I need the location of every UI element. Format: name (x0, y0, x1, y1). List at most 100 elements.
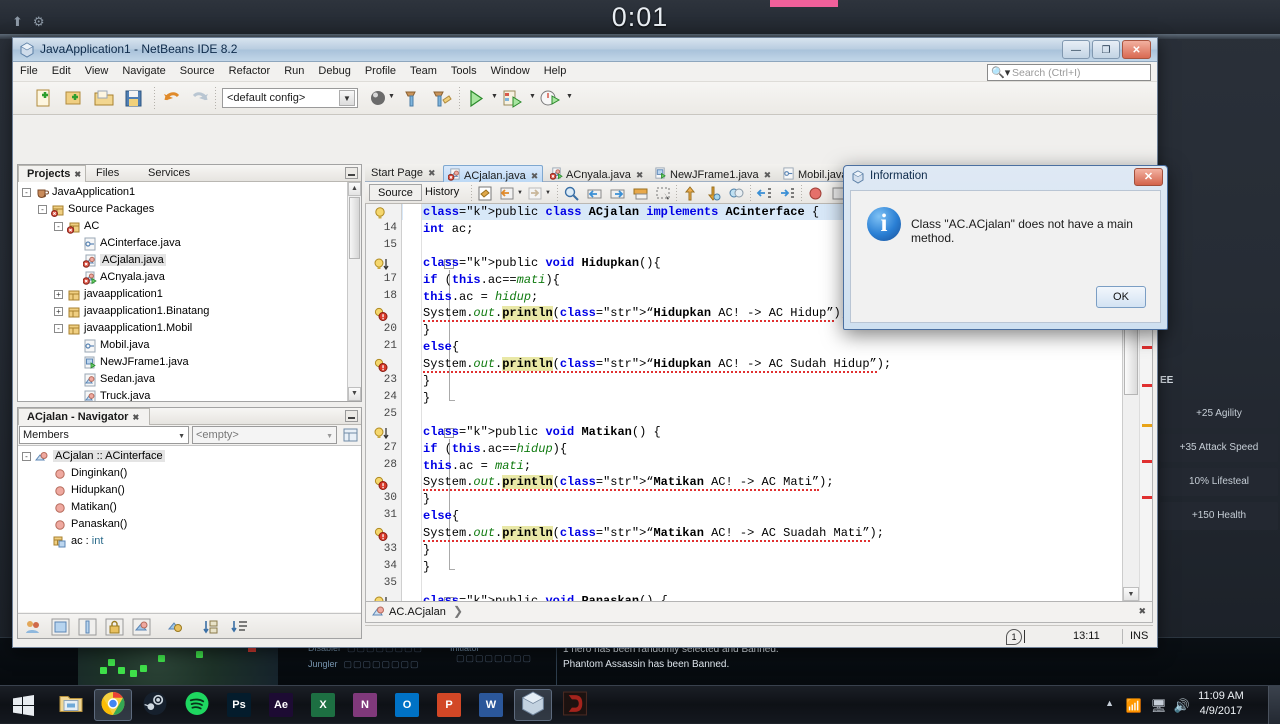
menu-file[interactable]: File (13, 62, 45, 79)
tab-source[interactable]: Source (369, 184, 422, 201)
navigator-filter-combo[interactable]: <empty> ▼ (192, 426, 337, 444)
editor-tab[interactable]: NewJFrame1.java ✖ (650, 165, 775, 182)
new-file-icon[interactable] (33, 88, 55, 109)
error-annotation-mark[interactable] (1142, 460, 1152, 463)
open-project-icon[interactable] (93, 88, 115, 109)
game-item-2[interactable]: 10% Lifesteal (1160, 468, 1278, 496)
show-hidden-icons-icon[interactable]: ▲ (1105, 698, 1114, 708)
run-project-icon[interactable] (465, 88, 487, 109)
code-fold-gutter[interactable]: − − − (403, 204, 455, 601)
show-protected-icon[interactable] (105, 618, 124, 636)
show-desktop-button[interactable] (1268, 686, 1280, 724)
display-icon[interactable]: 🖥 (1150, 698, 1167, 714)
navigator-item[interactable]: Hidupkan() (18, 482, 361, 499)
game-item-3[interactable]: +150 Health (1160, 502, 1278, 530)
tree-toggle-icon[interactable]: - (38, 205, 47, 214)
profile-project-icon[interactable] (539, 88, 561, 109)
menu-view[interactable]: View (78, 62, 116, 79)
editor-tab[interactable]: ACnyala.java ✖ (546, 165, 647, 182)
windows-start-icon[interactable] (4, 688, 44, 722)
back-icon[interactable] (498, 185, 515, 202)
tree-toggle-icon[interactable]: - (54, 324, 63, 333)
tree-item[interactable]: NewJFrame1.java (18, 354, 347, 371)
tab-services[interactable]: Services (140, 165, 198, 182)
rectangular-selection-icon[interactable] (655, 185, 672, 202)
show-package-icon[interactable] (132, 618, 151, 636)
menu-edit[interactable]: Edit (45, 62, 78, 79)
dota2-icon[interactable] (556, 689, 594, 721)
close-icon[interactable]: ✖ (764, 170, 772, 180)
project-config-combo[interactable]: <default config> ▼ (222, 88, 358, 108)
word-icon[interactable]: W (472, 689, 510, 721)
tree-item[interactable]: + javaapplication1 (18, 286, 347, 303)
toggle-bookmark-icon[interactable] (632, 185, 649, 202)
menu-refactor[interactable]: Refactor (222, 62, 278, 79)
network-error-icon[interactable]: 📶 (1126, 698, 1142, 714)
tab-files[interactable]: Files (88, 165, 127, 182)
window-titlebar[interactable]: JavaApplication1 - NetBeans IDE 8.2 — ❐ … (13, 38, 1157, 62)
maximize-button[interactable]: ❐ (1092, 40, 1120, 59)
taskbar-clock-date[interactable]: 4/9/2017 (1188, 705, 1254, 717)
error-annotation-mark[interactable] (1142, 346, 1152, 349)
game-item-1[interactable]: +35 Attack Speed (1160, 434, 1278, 462)
tab-navigator[interactable]: ACjalan - Navigator ✖ (18, 408, 150, 425)
redo-icon[interactable] (189, 88, 211, 109)
tree-item[interactable]: - AC (18, 218, 347, 235)
status-badge[interactable]: 1 (1006, 629, 1022, 645)
menu-team[interactable]: Team (403, 62, 444, 79)
menu-debug[interactable]: Debug (311, 62, 357, 79)
previous-bookmark-icon[interactable] (586, 185, 603, 202)
tree-item[interactable]: ACjalan.java (18, 252, 347, 269)
spotify-icon[interactable] (178, 689, 216, 721)
photoshop-icon[interactable]: Ps (220, 689, 258, 721)
sort-source-icon[interactable] (230, 618, 249, 636)
expand-all-icon[interactable] (341, 426, 360, 444)
taskbar-clock-time[interactable]: 11:09 AM (1188, 690, 1254, 702)
navigator-item[interactable]: Panaskan() (18, 516, 361, 533)
close-icon[interactable]: ✖ (531, 171, 539, 181)
tree-item[interactable]: ACnyala.java (18, 269, 347, 286)
error-annotation-mark[interactable] (1142, 496, 1152, 499)
tree-item[interactable]: ACinterface.java (18, 235, 347, 252)
next-error-icon[interactable] (705, 185, 722, 202)
tree-item[interactable]: Sedan.java (18, 371, 347, 388)
previous-error-icon[interactable] (682, 185, 699, 202)
breadcrumb-text[interactable]: AC.ACjalan (389, 606, 446, 618)
bulb-arrow-icon[interactable] (374, 595, 389, 602)
tab-projects[interactable]: Projects ✖ (18, 165, 86, 182)
search-input[interactable]: 🔍▾ Search (Ctrl+I) (987, 64, 1151, 81)
close-button[interactable]: ✕ (1122, 40, 1151, 59)
start-macro-icon[interactable] (807, 185, 824, 202)
sort-alpha-icon[interactable] (201, 618, 220, 636)
navigator-view-combo[interactable]: Members ▼ (19, 426, 189, 444)
projects-minimize-button[interactable] (345, 167, 358, 179)
dialog-close-button[interactable]: ✕ (1134, 168, 1163, 186)
forward-icon[interactable] (526, 185, 543, 202)
menu-help[interactable]: Help (537, 62, 574, 79)
tree-item[interactable]: Mobil.java (18, 337, 347, 354)
tab-history[interactable]: History (425, 186, 459, 198)
navigator-item[interactable]: - ACjalan :: ACinterface (18, 448, 361, 465)
save-all-icon[interactable] (123, 88, 145, 109)
menu-run[interactable]: Run (277, 62, 311, 79)
menu-window[interactable]: Window (484, 62, 537, 79)
navigator-tree[interactable]: - ACjalan :: ACinterface Dinginkan() Hidupk… (18, 445, 361, 612)
editor-tab[interactable]: Start Page ✖ (367, 165, 440, 182)
navigator-item[interactable]: Matikan() (18, 499, 361, 516)
excel-icon[interactable]: X (304, 689, 342, 721)
dialog-titlebar[interactable]: Information ✕ (844, 166, 1167, 188)
bulb-icon[interactable] (374, 206, 389, 220)
tree-item[interactable]: Truck.java (18, 388, 347, 401)
next-bookmark-icon[interactable] (609, 185, 626, 202)
bulb-arrow-icon[interactable] (374, 426, 389, 440)
tree-item[interactable]: - Source Packages (18, 201, 347, 218)
error-icon[interactable] (374, 358, 389, 373)
outlook-icon[interactable]: O (388, 689, 426, 721)
menu-profile[interactable]: Profile (358, 62, 403, 79)
set-config-icon[interactable] (368, 88, 390, 109)
last-edit-icon[interactable] (477, 185, 494, 202)
tree-toggle-icon[interactable]: - (22, 452, 31, 461)
show-inherited-icon[interactable] (24, 618, 43, 636)
find-selection-icon[interactable] (563, 185, 580, 202)
tree-toggle-icon[interactable]: - (22, 188, 31, 197)
